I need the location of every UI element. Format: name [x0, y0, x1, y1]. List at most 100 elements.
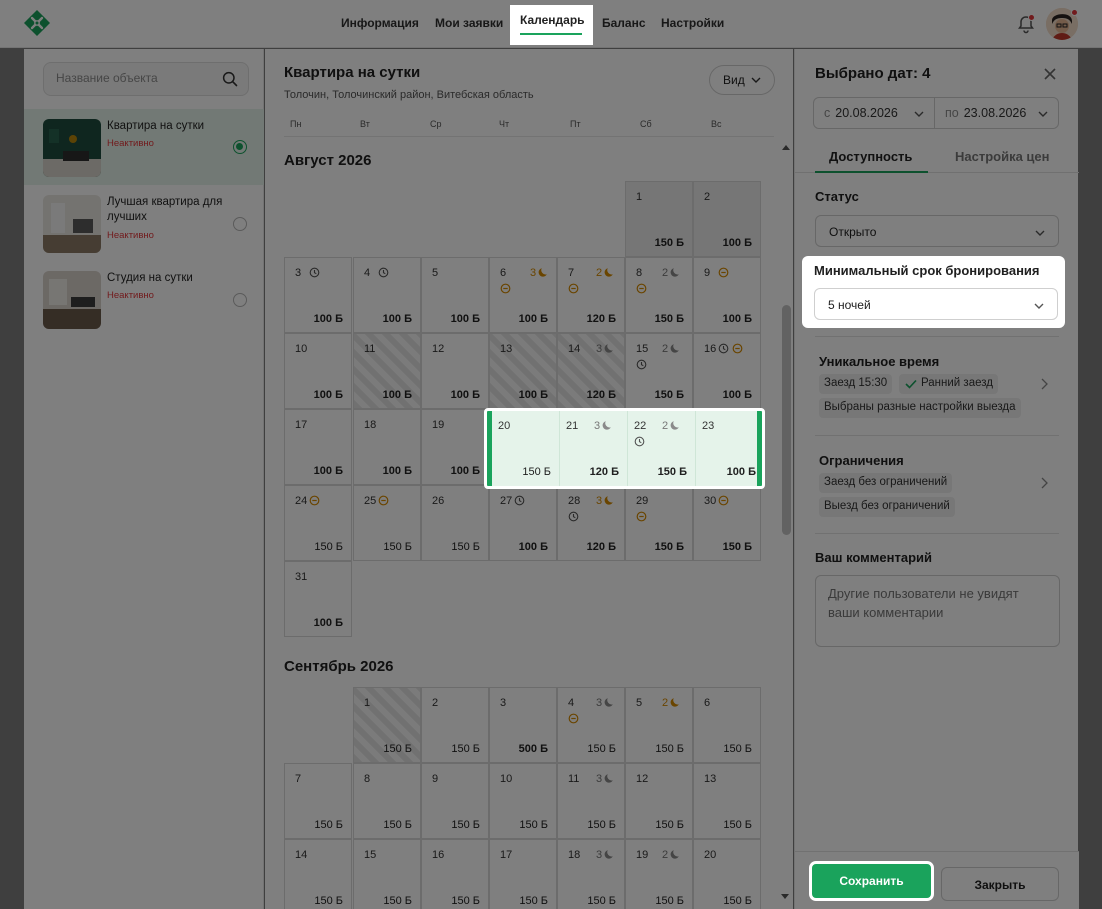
min-booking-select[interactable]: 5 ночей	[814, 288, 1058, 320]
object-search-input[interactable]	[56, 71, 206, 85]
min-nights-count: 3	[596, 849, 603, 861]
day-price: 500 Б	[518, 743, 548, 755]
tab-price-settings[interactable]: Настройка цен	[955, 149, 1050, 164]
calendar-day-cell[interactable]: 11 150 Б 3	[557, 763, 625, 839]
moon-icon	[604, 697, 615, 711]
panel-tabs: Доступность Настройка цен	[795, 143, 1079, 173]
calendar-day-cell[interactable]: 2 100 Б	[693, 181, 761, 257]
moon-icon	[538, 267, 549, 281]
calendar-day-cell[interactable]: 9 150 Б	[421, 763, 489, 839]
search-icon[interactable]	[222, 71, 238, 87]
calendar-day-cell[interactable]: 6 150 Б	[693, 687, 761, 763]
calendar-day-cell[interactable]: 27 100 Б	[489, 485, 557, 561]
object-item-2[interactable]: Лучшая квартира для лучших Неактивно	[24, 185, 264, 261]
calendar-day-cell[interactable]: 15 150 Б	[353, 839, 421, 909]
object-radio[interactable]	[233, 217, 247, 231]
calendar-day-cell[interactable]: 17 100 Б	[284, 409, 352, 485]
calendar-day-cell[interactable]: 3 500 Б	[489, 687, 557, 763]
nav-info[interactable]: Информация	[341, 16, 419, 30]
min-nights-count: 3	[594, 420, 601, 432]
object-item-3[interactable]: Студия на сутки Неактивно	[24, 261, 264, 337]
object-status: Неактивно	[107, 230, 154, 241]
selected-dates-range[interactable]: 20 150 Б 21 120 Б 3 22 150 Б 2 23 100 Б	[484, 408, 765, 489]
object-radio[interactable]	[233, 293, 247, 307]
calendar-day-cell[interactable]: 20 150 Б	[693, 839, 761, 909]
calendar-day-cell[interactable]: 13 150 Б	[693, 763, 761, 839]
calendar-day-cell[interactable]: 25 150 Б	[353, 485, 421, 561]
chevron-down-icon	[1038, 111, 1048, 117]
chevron-right-icon[interactable]	[1039, 378, 1049, 390]
nav-settings[interactable]: Настройки	[661, 16, 724, 30]
calendar-day-cell[interactable]: 10 150 Б	[489, 763, 557, 839]
nav-balance[interactable]: Баланс	[602, 16, 646, 30]
calendar-day-cell[interactable]: 16 100 Б	[693, 333, 761, 409]
calendar-day-cell[interactable]: 6 100 Б 3	[489, 257, 557, 333]
calendar-day-cell[interactable]: 2 150 Б	[421, 687, 489, 763]
calendar-day-cell[interactable]: 28 120 Б 3	[557, 485, 625, 561]
calendar-day-cell[interactable]: 12 100 Б	[421, 333, 489, 409]
calendar-day-cell[interactable]: 29 150 Б	[625, 485, 693, 561]
calendar-day-cell[interactable]: 8 150 Б 2	[625, 257, 693, 333]
weekday-fri: Пт	[570, 119, 581, 129]
calendar-day-cell[interactable]: 3 100 Б	[284, 257, 352, 333]
calendar-day-cell[interactable]: 5 150 Б 2	[625, 687, 693, 763]
nav-calendar[interactable]: Календарь	[510, 6, 592, 44]
close-button[interactable]: Закрыть	[941, 867, 1059, 901]
calendar-day-cell[interactable]: 1 150 Б	[353, 687, 421, 763]
month-september: Сентябрь 2026	[284, 658, 394, 675]
selected-day-cell[interactable]: 21 120 Б 3	[560, 411, 628, 486]
calendar-day-cell[interactable]: 17 150 Б	[489, 839, 557, 909]
selected-day-cell[interactable]: 20 150 Б	[492, 411, 560, 486]
scroll-down-icon[interactable]	[780, 893, 790, 901]
calendar-day-cell[interactable]: 11 100 Б	[353, 333, 421, 409]
calendar-day-cell[interactable]: 1 150 Б	[625, 181, 693, 257]
date-to-field[interactable]: по 23.08.2026	[934, 97, 1059, 129]
object-item-1[interactable]: Квартира на сутки Неактивно	[24, 109, 264, 185]
day-price: 100 Б	[450, 389, 480, 401]
scroll-up-icon[interactable]	[781, 143, 791, 151]
day-number: 31	[295, 571, 308, 583]
calendar-day-cell[interactable]: 14 120 Б 3	[557, 333, 625, 409]
chevron-right-icon[interactable]	[1039, 477, 1049, 489]
view-dropdown[interactable]: Вид	[709, 65, 775, 95]
calendar-day-cell[interactable]: 13 100 Б	[489, 333, 557, 409]
object-radio-selected[interactable]	[233, 140, 247, 154]
calendar-day-cell[interactable]: 24 150 Б	[284, 485, 352, 561]
weekday-thu: Чт	[499, 119, 510, 129]
nav-my-requests[interactable]: Мои заявки	[435, 16, 503, 30]
calendar-day-cell[interactable]: 14 150 Б	[284, 839, 352, 909]
calendar-day-cell[interactable]: 26 150 Б	[421, 485, 489, 561]
tab-availability[interactable]: Доступность	[829, 149, 912, 164]
day-number: 1	[364, 697, 371, 709]
comment-input[interactable]	[815, 575, 1060, 647]
day-number: 2	[432, 697, 439, 709]
calendar-day-cell[interactable]: 30 150 Б	[693, 485, 761, 561]
close-icon[interactable]	[1043, 67, 1057, 81]
calendar-day-cell[interactable]: 16 150 Б	[421, 839, 489, 909]
calendar-day-cell[interactable]: 4 100 Б	[353, 257, 421, 333]
minus-circle-icon	[718, 267, 729, 281]
calendar-day-cell[interactable]: 9 100 Б	[693, 257, 761, 333]
day-price: 100 Б	[313, 313, 343, 325]
save-button[interactable]: Сохранить	[809, 861, 934, 901]
calendar-day-cell[interactable]: 18 100 Б	[353, 409, 421, 485]
calendar-day-cell[interactable]: 18 150 Б 3	[557, 839, 625, 909]
calendar-day-cell[interactable]: 7 150 Б	[284, 763, 352, 839]
object-name: Квартира на сутки	[107, 120, 205, 132]
calendar-day-cell[interactable]: 19 150 Б 2	[625, 839, 693, 909]
date-from-field[interactable]: с 20.08.2026	[813, 97, 935, 129]
calendar-scrollbar[interactable]	[782, 305, 791, 535]
selected-day-cell[interactable]: 23 100 Б	[696, 411, 762, 486]
selected-day-cell[interactable]: 22 150 Б 2	[628, 411, 696, 486]
calendar-day-cell[interactable]: 4 150 Б 3	[557, 687, 625, 763]
notifications-bell-icon[interactable]	[1016, 14, 1036, 34]
calendar-day-cell[interactable]: 12 150 Б	[625, 763, 693, 839]
calendar-day-cell[interactable]: 7 120 Б 2	[557, 257, 625, 333]
calendar-day-cell[interactable]: 19 100 Б	[421, 409, 489, 485]
calendar-day-cell[interactable]: 15 150 Б 2	[625, 333, 693, 409]
calendar-day-cell[interactable]: 8 150 Б	[353, 763, 421, 839]
calendar-day-cell[interactable]: 10 100 Б	[284, 333, 352, 409]
calendar-day-cell[interactable]: 5 100 Б	[421, 257, 489, 333]
calendar-day-cell[interactable]: 31 100 Б	[284, 561, 352, 637]
status-select[interactable]: Открыто	[815, 215, 1059, 247]
